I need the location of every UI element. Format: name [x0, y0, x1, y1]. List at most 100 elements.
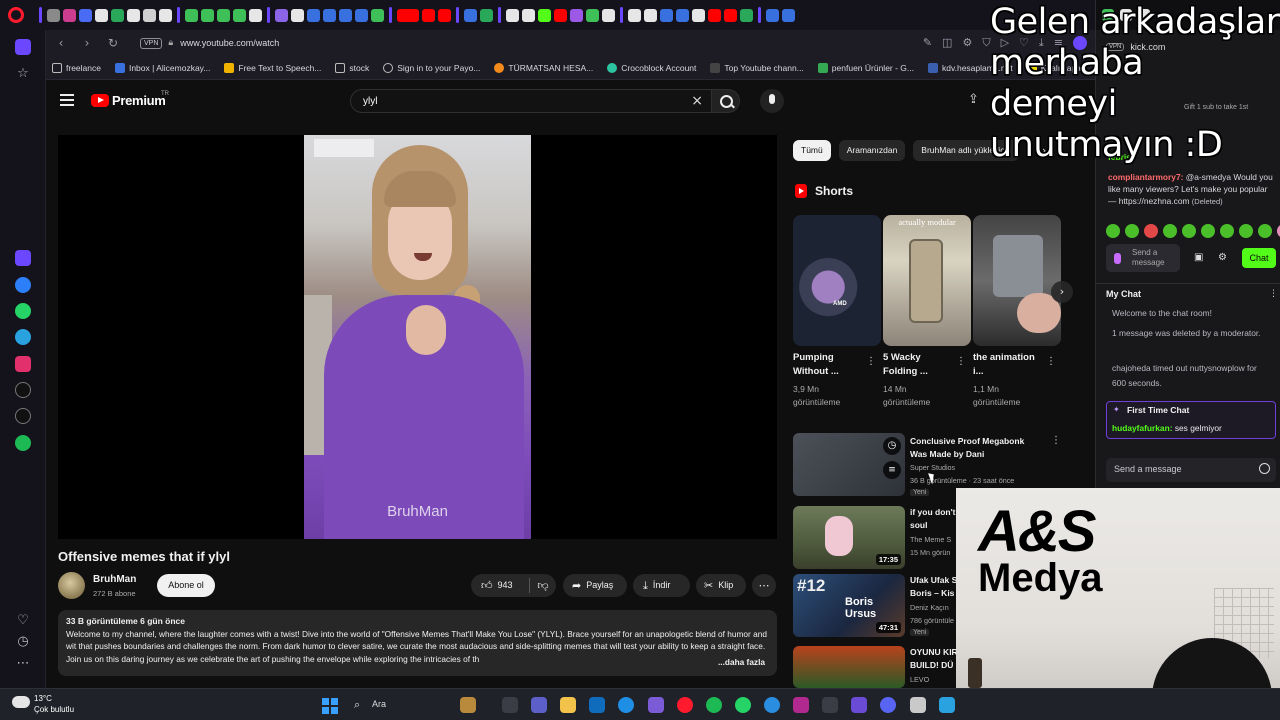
- gear-icon[interactable]: ⚙: [1218, 252, 1227, 263]
- tab-icon[interactable]: [275, 8, 288, 22]
- tab-icon[interactable]: [506, 8, 519, 22]
- emote-icon[interactable]: [1163, 224, 1177, 238]
- bookmark-item[interactable]: Inbox | Alicemozkay...: [114, 62, 210, 73]
- back-icon[interactable]: ‹: [50, 36, 72, 50]
- recommended-thumbnail[interactable]: #12 Boris Ursus 47:31: [793, 574, 905, 637]
- tab-icon[interactable]: [307, 8, 320, 22]
- tab-icon[interactable]: [586, 8, 599, 22]
- emote-icon[interactable]: [1144, 224, 1158, 238]
- download-button[interactable]: ⤓ İndir: [633, 574, 690, 597]
- forward-icon[interactable]: ›: [76, 36, 98, 50]
- tab-icon[interactable]: [740, 8, 753, 22]
- upload-icon[interactable]: ⇪: [968, 92, 979, 107]
- description-more-link[interactable]: ...daha fazla: [711, 657, 765, 667]
- video-frame[interactable]: BruhMan: [304, 135, 531, 539]
- taskbar-app-icon[interactable]: [822, 697, 838, 713]
- thumbs-down-icon[interactable]: 👎︎: [533, 574, 553, 597]
- spotify-icon[interactable]: [15, 435, 31, 451]
- youtube-brand[interactable]: Premium: [112, 93, 166, 108]
- instagram-icon[interactable]: [15, 356, 31, 372]
- taskbar-app-icon[interactable]: [939, 697, 955, 713]
- discord-icon[interactable]: [880, 697, 896, 713]
- recommended-channel[interactable]: Deniz Kaçın: [910, 603, 949, 612]
- recommended-title[interactable]: Was Made by Dani: [910, 448, 1050, 461]
- taskbar-app-icon[interactable]: [910, 697, 926, 713]
- tab-icon[interactable]: [79, 8, 92, 22]
- chat-username[interactable]: compliantarmory7:: [1108, 172, 1183, 182]
- taskbar-app-icon[interactable]: [460, 697, 476, 713]
- recommended-thumbnail[interactable]: ◷ ≡: [793, 433, 905, 496]
- tab-icon[interactable]: [602, 8, 615, 22]
- taskbar-app-icon[interactable]: [764, 697, 780, 713]
- short-thumbnail[interactable]: actually modular: [883, 215, 971, 346]
- emote-icon[interactable]: [1201, 224, 1215, 238]
- tab-active-youtube[interactable]: [397, 8, 419, 22]
- history-icon[interactable]: ◷: [13, 632, 33, 652]
- tab-icon[interactable]: [522, 8, 535, 22]
- opera-icon[interactable]: [677, 697, 693, 713]
- clip-button[interactable]: ✂ Klip: [696, 574, 746, 597]
- short-title[interactable]: the animation i...: [973, 351, 1047, 379]
- weather-description[interactable]: Çok bulutlu: [34, 705, 74, 714]
- tab-icon[interactable]: [371, 8, 384, 22]
- search-input[interactable]: ylyl ×: [350, 89, 712, 113]
- watch-later-icon[interactable]: ◷: [883, 437, 901, 455]
- tab-icon[interactable]: [63, 8, 76, 22]
- share-button[interactable]: ➦ Paylaş: [563, 574, 627, 597]
- tab-icon[interactable]: [538, 8, 551, 22]
- taskbar-app-icon[interactable]: [793, 697, 809, 713]
- kebab-menu-icon[interactable]: ⋮: [866, 356, 876, 367]
- search-icon[interactable]: ⌕: [354, 698, 360, 712]
- taskbar-search[interactable]: Ara: [372, 699, 386, 709]
- send-message-input[interactable]: Send a message: [1106, 458, 1276, 482]
- whatsapp-icon[interactable]: [735, 697, 751, 713]
- tab-icon[interactable]: [201, 8, 214, 22]
- recommended-title[interactable]: Conclusive Proof Megabonk: [910, 435, 1050, 448]
- chip-all[interactable]: Tümü: [793, 140, 831, 161]
- bookmark-item[interactable]: stock: [335, 62, 369, 73]
- more-icon[interactable]: ⋯: [13, 654, 33, 674]
- chip-from-search[interactable]: Aramanızdan: [838, 140, 906, 161]
- tab-icon[interactable]: [464, 8, 477, 22]
- tab-icon[interactable]: [724, 8, 737, 22]
- kebab-menu-icon[interactable]: ⋮: [1269, 289, 1278, 299]
- short-thumbnail[interactable]: [973, 215, 1061, 346]
- edge-icon[interactable]: [618, 697, 634, 713]
- tab-icon[interactable]: [47, 8, 60, 22]
- tab-icon[interactable]: [782, 8, 795, 22]
- extension-icon[interactable]: ⚙: [962, 36, 972, 50]
- subscribe-button[interactable]: Abone ol: [157, 574, 215, 597]
- tab-icon[interactable]: [185, 8, 198, 22]
- shorts-next-icon[interactable]: ›: [1051, 281, 1073, 303]
- camera-icon[interactable]: ◫: [942, 36, 952, 50]
- emote-icon[interactable]: [1125, 224, 1139, 238]
- tab-icon[interactable]: [766, 8, 779, 22]
- tab-icon[interactable]: [480, 8, 493, 22]
- teams-icon[interactable]: [531, 697, 547, 713]
- whatsapp-icon[interactable]: [15, 303, 31, 319]
- more-actions-icon[interactable]: ⋯: [752, 574, 776, 597]
- bookmark-item[interactable]: freelance: [52, 62, 101, 73]
- tab-icon[interactable]: [95, 8, 108, 22]
- lock-icon[interactable]: 🔒︎: [168, 38, 173, 48]
- emote-icon[interactable]: [1106, 224, 1120, 238]
- taskbar-app-icon[interactable]: [851, 697, 867, 713]
- tab-icon[interactable]: [143, 8, 156, 22]
- tab-icon[interactable]: [111, 8, 124, 22]
- recommended-channel[interactable]: LEVO: [910, 675, 929, 684]
- emote-icon[interactable]: [1258, 224, 1272, 238]
- tab-icon[interactable]: [708, 8, 721, 22]
- emote-icon[interactable]: [1239, 224, 1253, 238]
- tab-icon[interactable]: [570, 8, 583, 22]
- tab-icon[interactable]: [554, 8, 567, 22]
- tab-icon[interactable]: [692, 8, 705, 22]
- home-icon[interactable]: [15, 39, 31, 55]
- aria-icon[interactable]: [15, 250, 31, 266]
- tab-icon[interactable]: [676, 8, 689, 22]
- file-explorer-icon[interactable]: [560, 697, 576, 713]
- weather-icon[interactable]: [12, 696, 30, 708]
- channel-avatar[interactable]: [58, 572, 85, 599]
- description-box[interactable]: 33 B görüntüleme 6 gün önce Welcome to m…: [58, 610, 777, 676]
- search-query[interactable]: ylyl: [363, 96, 377, 107]
- recommended-thumbnail[interactable]: [793, 646, 905, 688]
